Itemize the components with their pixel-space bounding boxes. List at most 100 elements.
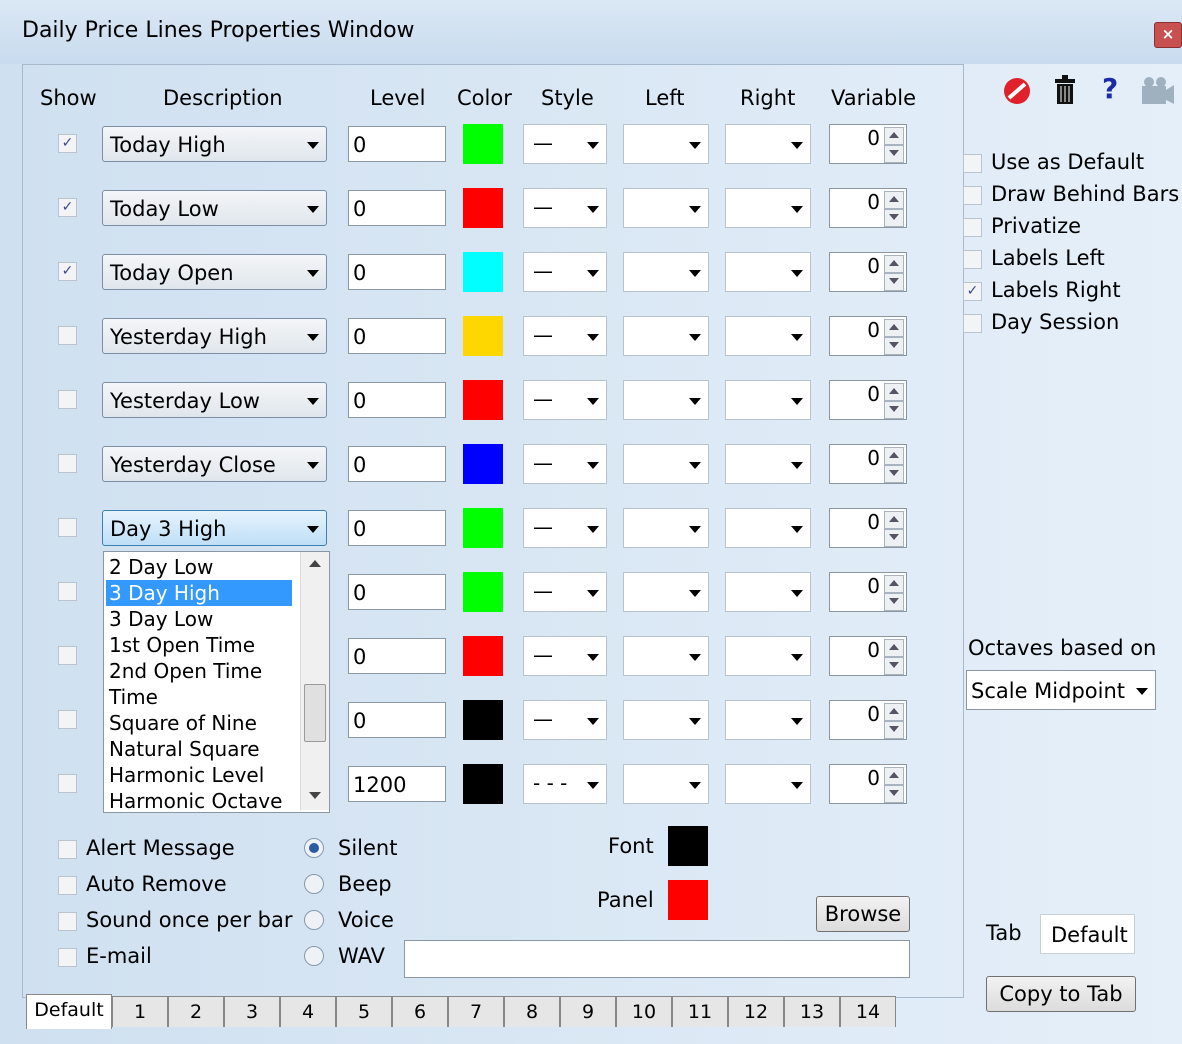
octaves-select[interactable]: Scale Midpoint: [966, 670, 1156, 710]
show-checkbox[interactable]: [58, 454, 77, 473]
dropdown-option[interactable]: 2 Day Low: [106, 554, 292, 580]
line-color-swatch[interactable]: [463, 636, 503, 676]
left-select[interactable]: [623, 572, 709, 612]
tab-4[interactable]: 4: [280, 996, 336, 1027]
line-color-swatch[interactable]: [463, 444, 503, 484]
show-checkbox[interactable]: [58, 774, 77, 793]
left-select[interactable]: [623, 252, 709, 292]
description-dropdown-list[interactable]: 2 Day Low 3 Day High 3 Day Low 1st Open Ti…: [103, 551, 330, 813]
email-checkbox[interactable]: [58, 948, 77, 967]
right-select[interactable]: [725, 380, 811, 420]
left-select[interactable]: [623, 124, 709, 164]
spin-up-icon[interactable]: [884, 319, 904, 337]
variable-spinner[interactable]: 0: [829, 636, 907, 676]
spin-up-icon[interactable]: [884, 639, 904, 657]
auto-remove-checkbox[interactable]: [58, 876, 77, 895]
spin-up-icon[interactable]: [884, 767, 904, 785]
tab-9[interactable]: 9: [560, 996, 616, 1027]
right-select[interactable]: [725, 700, 811, 740]
font-color-swatch[interactable]: [668, 826, 708, 866]
line-color-swatch[interactable]: [463, 508, 503, 548]
tab-default[interactable]: Default: [26, 994, 112, 1029]
spin-down-icon[interactable]: [884, 657, 904, 675]
spin-up-icon[interactable]: [884, 127, 904, 145]
line-color-swatch[interactable]: [463, 380, 503, 420]
beep-radio[interactable]: [304, 874, 324, 894]
left-select[interactable]: [623, 444, 709, 484]
style-select[interactable]: —: [523, 636, 607, 676]
style-select[interactable]: —: [523, 124, 607, 164]
panel-color-swatch[interactable]: [668, 880, 708, 920]
day-session-checkbox[interactable]: [963, 314, 982, 333]
spin-down-icon[interactable]: [884, 721, 904, 739]
level-field[interactable]: 0: [348, 638, 446, 674]
description-select[interactable]: Today Open: [102, 254, 327, 290]
left-select[interactable]: [623, 188, 709, 228]
style-select[interactable]: —: [523, 380, 607, 420]
spin-up-icon[interactable]: [884, 255, 904, 273]
level-field[interactable]: 0: [348, 126, 446, 162]
close-button[interactable]: ×: [1154, 22, 1182, 48]
style-select[interactable]: —: [523, 572, 607, 612]
wav-radio[interactable]: [304, 946, 324, 966]
dropdown-option[interactable]: Square of Nine: [106, 710, 292, 736]
show-checkbox[interactable]: ✓: [58, 262, 77, 281]
trash-icon[interactable]: [1052, 74, 1078, 106]
line-color-swatch[interactable]: [463, 316, 503, 356]
dropdown-option[interactable]: 1st Open Time: [106, 632, 292, 658]
level-field[interactable]: 0: [348, 446, 446, 482]
description-select[interactable]: Day 3 High: [102, 510, 327, 546]
silent-radio[interactable]: [304, 838, 324, 858]
dropdown-option[interactable]: Time: [106, 684, 292, 710]
show-checkbox[interactable]: ✓: [58, 198, 77, 217]
spin-up-icon[interactable]: [884, 383, 904, 401]
tab-8[interactable]: 8: [504, 996, 560, 1027]
left-select[interactable]: [623, 316, 709, 356]
camera-icon[interactable]: [1140, 76, 1176, 106]
spin-down-icon[interactable]: [884, 593, 904, 611]
sound-once-checkbox[interactable]: [58, 912, 77, 931]
scroll-down-icon[interactable]: [309, 792, 321, 799]
dropdown-option[interactable]: 2nd Open Time: [106, 658, 292, 684]
level-field[interactable]: 0: [348, 510, 446, 546]
voice-radio[interactable]: [304, 910, 324, 930]
level-field[interactable]: 0: [348, 382, 446, 418]
scroll-thumb[interactable]: [304, 684, 326, 742]
level-field[interactable]: 1200: [348, 766, 446, 802]
spin-up-icon[interactable]: [884, 575, 904, 593]
level-field[interactable]: 0: [348, 254, 446, 290]
style-select[interactable]: —: [523, 316, 607, 356]
level-field[interactable]: 0: [348, 702, 446, 738]
labels-right-checkbox[interactable]: ✓: [963, 282, 982, 301]
show-checkbox[interactable]: [58, 326, 77, 345]
style-select[interactable]: —: [523, 700, 607, 740]
description-select[interactable]: Yesterday Low: [102, 382, 327, 418]
variable-spinner[interactable]: 0: [829, 188, 907, 228]
variable-spinner[interactable]: 0: [829, 316, 907, 356]
tab-7[interactable]: 7: [448, 996, 504, 1027]
show-checkbox[interactable]: [58, 582, 77, 601]
line-color-swatch[interactable]: [463, 124, 503, 164]
tab-2[interactable]: 2: [168, 996, 224, 1027]
left-select[interactable]: [623, 636, 709, 676]
style-select[interactable]: - - -: [523, 764, 607, 804]
dropdown-option[interactable]: 3 Day Low: [106, 606, 292, 632]
spin-down-icon[interactable]: [884, 529, 904, 547]
dropdown-option[interactable]: Harmonic Level: [106, 762, 292, 788]
variable-spinner[interactable]: 0: [829, 380, 907, 420]
browse-button[interactable]: Browse: [816, 896, 910, 932]
copy-to-tab-button[interactable]: Copy to Tab: [986, 976, 1136, 1012]
right-select[interactable]: [725, 316, 811, 356]
tab-5[interactable]: 5: [336, 996, 392, 1027]
style-select[interactable]: —: [523, 188, 607, 228]
tab-14[interactable]: 14: [840, 996, 896, 1027]
spin-down-icon[interactable]: [884, 145, 904, 163]
scroll-up-icon[interactable]: [309, 560, 321, 567]
privatize-checkbox[interactable]: [963, 218, 982, 237]
tab-1[interactable]: 1: [112, 996, 168, 1027]
variable-spinner[interactable]: 0: [829, 700, 907, 740]
description-select[interactable]: Yesterday High: [102, 318, 327, 354]
right-select[interactable]: [725, 764, 811, 804]
variable-spinner[interactable]: 0: [829, 444, 907, 484]
show-checkbox[interactable]: [58, 710, 77, 729]
